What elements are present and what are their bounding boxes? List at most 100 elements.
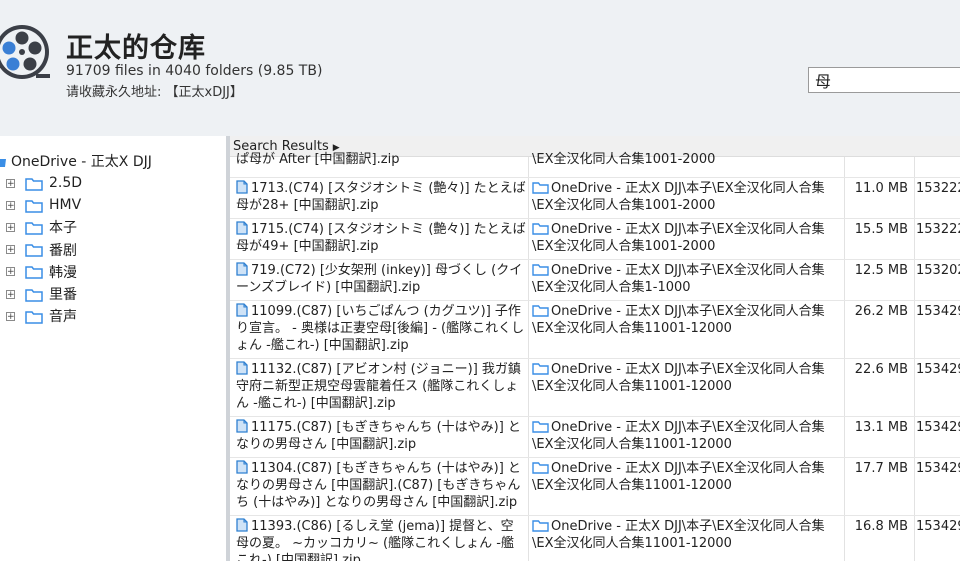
- tree-item-label: 韩漫: [49, 264, 77, 281]
- file-name: ぱ母が After [中国翻訳].zip: [236, 152, 400, 167]
- table-row[interactable]: 1713.(C74) [スタジオシトミ (艶々)] たとえば母が28+ [中国翻…: [230, 178, 960, 219]
- table-row[interactable]: 11304.(C87) [もぎきちゃんち (十はやみ)] となりの男母さん [中…: [230, 458, 960, 516]
- folder-icon: [25, 198, 43, 213]
- file-name-cell[interactable]: 11099.(C87) [いちごぱんつ (カグユツ)] 子作り宣言。 - 奥様は…: [236, 303, 526, 354]
- folder-icon: [532, 222, 549, 235]
- folder-path-cell[interactable]: OneDrive - 正太X DJJ\本子\EX全汉化同人合集\EX全汉化同人合…: [532, 303, 840, 337]
- expand-toggle-icon[interactable]: +: [6, 178, 15, 188]
- file-name: 11304.(C87) [もぎきちゃんち (十はやみ)] となりの男母さん [中…: [236, 461, 521, 510]
- folder-path: OneDrive - 正太X DJJ\本子\EX全汉化同人合集\EX全汉化同人合…: [532, 461, 825, 493]
- folder-icon: [532, 420, 549, 433]
- expand-toggle-icon[interactable]: +: [6, 245, 15, 255]
- file-icon: [236, 221, 248, 235]
- folder-path: OneDrive - 正太X DJJ\本子\EX全汉化同人合集\EX全汉化同人合…: [532, 222, 825, 254]
- table-row[interactable]: 1715.(C74) [スタジオシトミ (艶々)] たとえば母が49+ [中国翻…: [230, 219, 960, 260]
- folder-path-cell[interactable]: OneDrive - 正太X DJJ\本子\EX全汉化同人合集\EX全汉化同人合…: [532, 361, 840, 395]
- file-name-cell[interactable]: 11393.(C86) [るしえ堂 (jema)] 提督と、空母の夏。 ~カッコ…: [236, 518, 526, 561]
- file-size: 17.7 MB: [854, 461, 908, 476]
- folder-path-cell[interactable]: OneDrive - 正太X DJJ\本子\EX全汉化同人合集\EX全汉化同人合…: [532, 221, 840, 255]
- folder-path-cell[interactable]: \EX全汉化同人合集1001-2000: [532, 151, 840, 168]
- tree-item[interactable]: + 本子: [6, 218, 77, 236]
- page-header: 正太的仓库 91709 files in 4040 folders (9.85 …: [0, 0, 960, 136]
- permanent-address: 请收藏永久地址: 【正太xDJJ】: [66, 85, 243, 100]
- folder-icon: [25, 309, 43, 324]
- tree-item-label: 本子: [49, 220, 77, 237]
- expand-toggle-icon[interactable]: +: [6, 267, 15, 277]
- tree-item[interactable]: + 韩漫: [6, 263, 77, 281]
- folder-icon: [532, 304, 549, 317]
- folder-icon: [25, 220, 43, 235]
- file-name-cell[interactable]: 11132.(C87) [アビオン村 (ジョニー)] 我ガ鎮守府ニ新型正規空母雲…: [236, 361, 526, 412]
- folder-icon: [532, 519, 549, 532]
- expand-toggle-icon[interactable]: +: [6, 311, 15, 321]
- folder-icon: [25, 176, 43, 191]
- file-size: 11.0 MB: [854, 181, 908, 196]
- expand-toggle-icon[interactable]: +: [6, 222, 15, 232]
- tree-item[interactable]: + 音声: [6, 307, 77, 325]
- search-input[interactable]: [808, 67, 960, 93]
- folder-icon: [25, 264, 43, 280]
- table-row[interactable]: 11393.(C86) [るしえ堂 (jema)] 提督と、空母の夏。 ~カッコ…: [230, 516, 960, 561]
- expand-toggle-icon[interactable]: +: [6, 200, 15, 210]
- file-name-cell[interactable]: 11304.(C87) [もぎきちゃんち (十はやみ)] となりの男母さん [中…: [236, 460, 526, 511]
- file-size: 16.8 MB: [854, 519, 908, 534]
- tree-root-label: OneDrive - 正太X DJJ: [11, 154, 152, 170]
- drive-folder-icon: [0, 158, 6, 167]
- file-date: 153429: [916, 461, 960, 476]
- folder-path-cell[interactable]: OneDrive - 正太X DJJ\本子\EX全汉化同人合集\EX全汉化同人合…: [532, 419, 840, 453]
- folder-path-cell[interactable]: OneDrive - 正太X DJJ\本子\EX全汉化同人合集\EX全汉化同人合…: [532, 262, 840, 296]
- file-date: 153222: [916, 222, 960, 237]
- tree-item[interactable]: + 里番: [6, 285, 77, 303]
- file-size: 26.2 MB: [854, 304, 908, 319]
- tree-root[interactable]: OneDrive - 正太X DJJ: [0, 151, 152, 171]
- file-name-cell[interactable]: 1715.(C74) [スタジオシトミ (艶々)] たとえば母が49+ [中国翻…: [236, 221, 526, 255]
- folder-icon: [532, 181, 549, 194]
- folder-path: OneDrive - 正太X DJJ\本子\EX全汉化同人合集\EX全汉化同人合…: [532, 420, 825, 452]
- folder-path: OneDrive - 正太X DJJ\本子\EX全汉化同人合集\EX全汉化同人合…: [532, 362, 825, 394]
- tree-item-label: HMV: [49, 197, 82, 214]
- file-icon: [236, 361, 248, 375]
- table-row[interactable]: 719.(C72) [少女架刑 (inkey)] 母づくし (クイーンズブレイド…: [230, 260, 960, 301]
- tree-item-label: 音声: [49, 309, 77, 326]
- page-title: 正太的仓库: [66, 33, 206, 64]
- table-row[interactable]: 11175.(C87) [もぎきちゃんち (十はやみ)] となりの男母さん [中…: [230, 417, 960, 458]
- file-icon: [236, 419, 248, 433]
- folder-path-cell[interactable]: OneDrive - 正太X DJJ\本子\EX全汉化同人合集\EX全汉化同人合…: [532, 518, 840, 552]
- file-date: 153429: [916, 362, 960, 377]
- file-name-cell[interactable]: 719.(C72) [少女架刑 (inkey)] 母づくし (クイーンズブレイド…: [236, 262, 526, 296]
- folder-tree: OneDrive - 正太X DJJ +2.5D + HMV + 本子 + 番剧 + 韩漫 + 里番…: [0, 136, 226, 561]
- file-name: 11132.(C87) [アビオン村 (ジョニー)] 我ガ鎮守府ニ新型正規空母雲…: [236, 362, 521, 411]
- file-name: 11393.(C86) [るしえ堂 (jema)] 提督と、空母の夏。 ~カッコ…: [236, 519, 514, 561]
- tree-item[interactable]: + 番剧: [6, 241, 77, 259]
- tree-item[interactable]: +2.5D: [6, 174, 82, 192]
- table-row[interactable]: 11132.(C87) [アビオン村 (ジョニー)] 我ガ鎮守府ニ新型正規空母雲…: [230, 359, 960, 417]
- tree-item[interactable]: + HMV: [6, 196, 81, 214]
- film-reel-logo-icon: [0, 25, 50, 79]
- file-name-cell[interactable]: 1713.(C74) [スタジオシトミ (艶々)] たとえば母が28+ [中国翻…: [236, 180, 526, 214]
- table-row[interactable]: ぱ母が After [中国翻訳].zip \EX全汉化同人合集1001-2000: [230, 152, 960, 178]
- tree-item-label: 2.5D: [49, 175, 83, 191]
- file-size: 22.6 MB: [854, 362, 908, 377]
- folder-icon: [532, 461, 549, 474]
- file-name-cell[interactable]: ぱ母が After [中国翻訳].zip: [236, 151, 526, 168]
- file-size: 12.5 MB: [854, 263, 908, 278]
- file-name: 11099.(C87) [いちごぱんつ (カグユツ)] 子作り宣言。 - 奥様は…: [236, 304, 525, 353]
- file-name: 1715.(C74) [スタジオシトミ (艶々)] たとえば母が49+ [中国翻…: [236, 222, 526, 254]
- file-icon: [236, 518, 248, 532]
- folder-path: OneDrive - 正太X DJJ\本子\EX全汉化同人合集\EX全汉化同人合…: [532, 304, 825, 336]
- folder-icon: [532, 362, 549, 375]
- file-name: 719.(C72) [少女架刑 (inkey)] 母づくし (クイーンズブレイド…: [236, 263, 523, 295]
- folder-path-cell[interactable]: OneDrive - 正太X DJJ\本子\EX全汉化同人合集\EX全汉化同人合…: [532, 460, 840, 494]
- table-row[interactable]: 11099.(C87) [いちごぱんつ (カグユツ)] 子作り宣言。 - 奥様は…: [230, 301, 960, 359]
- file-date: 153222: [916, 181, 960, 196]
- file-name: 1713.(C74) [スタジオシトミ (艶々)] たとえば母が28+ [中国翻…: [236, 181, 526, 213]
- folder-path-cell[interactable]: OneDrive - 正太X DJJ\本子\EX全汉化同人合集\EX全汉化同人合…: [532, 180, 840, 214]
- file-icon: [236, 262, 248, 276]
- file-name-cell[interactable]: 11175.(C87) [もぎきちゃんち (十はやみ)] となりの男母さん [中…: [236, 419, 526, 453]
- folder-path: \EX全汉化同人合集1001-2000: [532, 152, 716, 167]
- folder-icon: [25, 242, 43, 257]
- expand-toggle-icon[interactable]: +: [6, 289, 15, 299]
- folder-path: OneDrive - 正太X DJJ\本子\EX全汉化同人合集\EX全汉化同人合…: [532, 181, 825, 213]
- folder-path: OneDrive - 正太X DJJ\本子\EX全汉化同人合集\EX全汉化同人合…: [532, 519, 825, 551]
- file-date: 153429: [916, 304, 960, 319]
